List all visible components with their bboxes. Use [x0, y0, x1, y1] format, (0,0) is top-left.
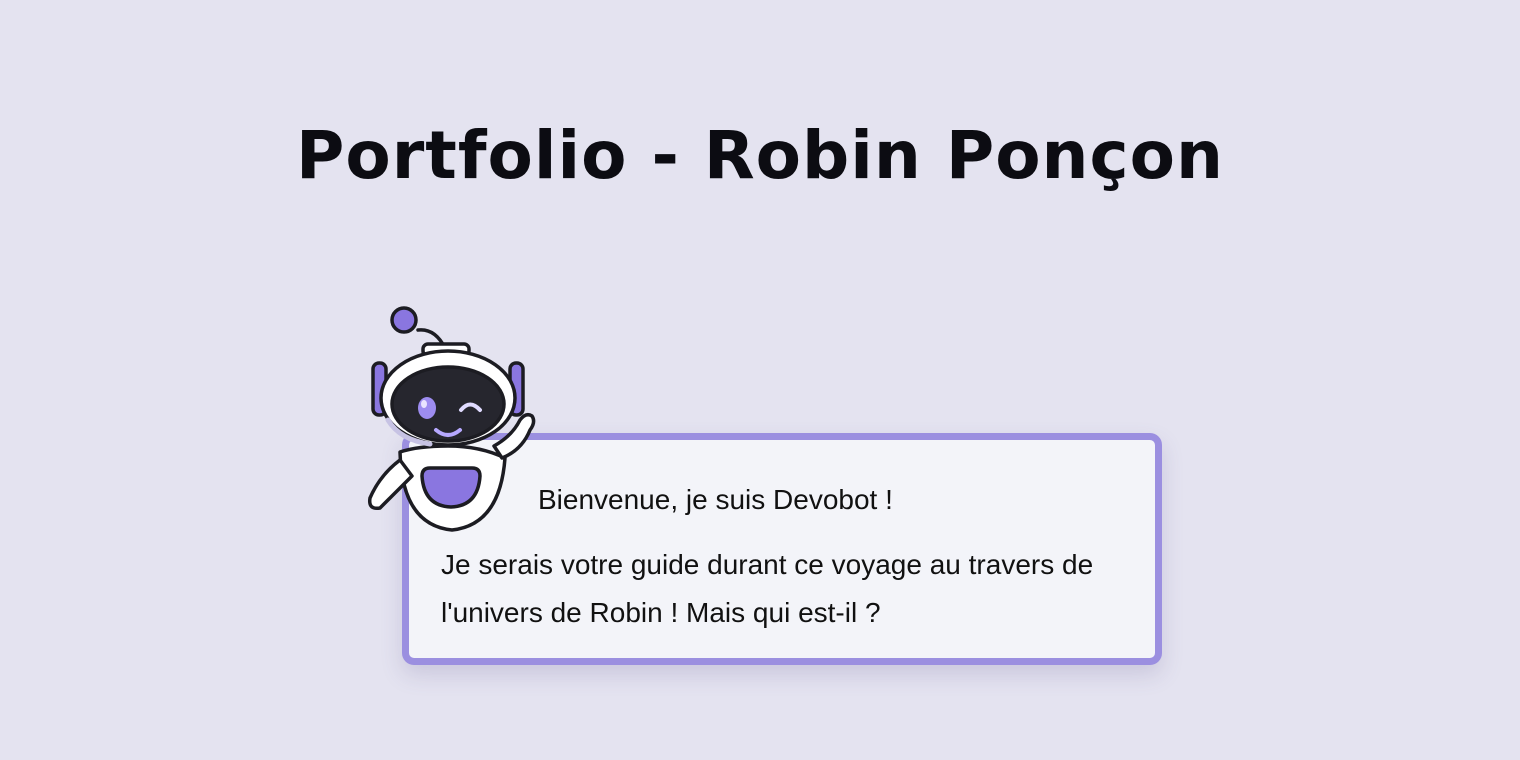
page-title: Portfolio - Robin Ponçon: [296, 117, 1224, 194]
intro-message: Je serais votre guide durant ce voyage a…: [441, 549, 1094, 628]
greeting-text: Bienvenue, je suis Devobot !: [538, 484, 893, 515]
robot-mascot-icon: [367, 306, 536, 532]
page: Portfolio - Robin Ponçon Bienvenue, je s…: [0, 0, 1520, 760]
